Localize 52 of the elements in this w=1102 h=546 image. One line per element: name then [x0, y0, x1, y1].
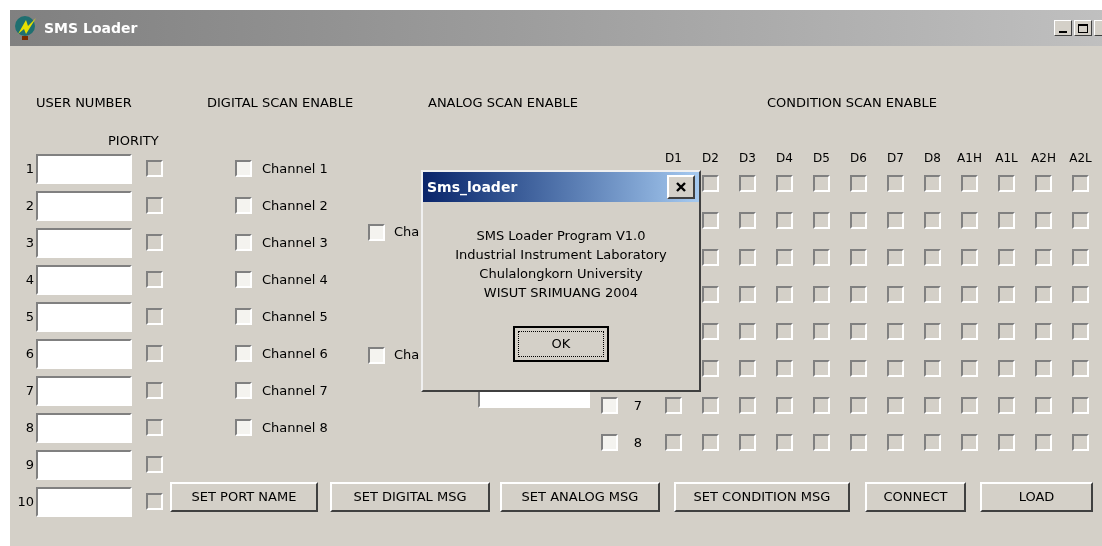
channel-label: Channel 1: [262, 159, 328, 178]
user-index: 6: [24, 344, 34, 363]
user-index: 7: [24, 381, 34, 400]
window-title: SMS Loader: [44, 18, 138, 38]
channel-label: Channel 6: [262, 344, 328, 363]
column-heading: A2H: [1030, 149, 1057, 167]
analog-scan-heading: ANALOG SCAN ENABLE: [428, 94, 579, 113]
column-heading: D5: [812, 149, 831, 167]
digital-scan-heading: DIGITAL SCAN ENABLE: [207, 94, 355, 113]
row-number: 8: [632, 433, 644, 452]
channel-label: Channel 5: [262, 307, 328, 326]
column-heading: A1H: [956, 149, 983, 167]
user-number-heading: USER NUMBER: [36, 94, 133, 113]
channel-label: Channel 7: [262, 381, 328, 400]
dialog-message-line: SMS Loader Program V1.0: [476, 227, 646, 245]
column-heading: A1L: [994, 149, 1019, 167]
column-heading: D1: [664, 149, 683, 167]
action-button[interactable]: SET DIGITAL MSG: [330, 482, 490, 512]
channel-label: Channel 8: [262, 418, 328, 437]
condition-scan-heading: CONDITION SCAN ENABLE: [767, 94, 938, 113]
dialog-message-line: WISUT SRIMUANG 2004: [483, 284, 639, 302]
channel-label: Cha: [394, 223, 420, 242]
user-index: 8: [24, 418, 34, 437]
channel-label: Channel 2: [262, 196, 328, 215]
column-heading: A2L: [1068, 149, 1093, 167]
user-index: 5: [24, 307, 34, 326]
channel-label: Channel 4: [262, 270, 328, 289]
user-index: 4: [24, 270, 34, 289]
column-heading: D6: [849, 149, 868, 167]
action-button[interactable]: SET CONDITION MSG: [674, 482, 850, 512]
user-index: 1: [24, 159, 34, 178]
ok-button[interactable]: OK: [513, 326, 609, 362]
dialog-message-line: Industrial Instrument Laboratory: [455, 246, 667, 264]
channel-label: Cha: [394, 346, 420, 365]
column-heading: D3: [738, 149, 757, 167]
row-number: 7: [632, 396, 644, 415]
dialog-title: Sms_loader: [427, 177, 518, 198]
column-heading: D4: [775, 149, 794, 167]
user-index: 3: [24, 233, 34, 252]
action-button[interactable]: CONNECT: [865, 482, 966, 512]
user-index: 9: [24, 455, 34, 474]
priority-heading: PIORITY: [108, 132, 159, 151]
user-index: 2: [24, 196, 34, 215]
channel-label: Channel 3: [262, 233, 328, 252]
action-button[interactable]: SET PORT NAME: [170, 482, 318, 512]
action-button[interactable]: LOAD: [980, 482, 1093, 512]
dialog-message-line: Chulalongkorn University: [479, 265, 643, 283]
user-index: 10: [16, 492, 34, 511]
column-heading: D8: [923, 149, 942, 167]
action-button[interactable]: SET ANALOG MSG: [500, 482, 660, 512]
column-heading: D2: [701, 149, 720, 167]
column-heading: D7: [886, 149, 905, 167]
